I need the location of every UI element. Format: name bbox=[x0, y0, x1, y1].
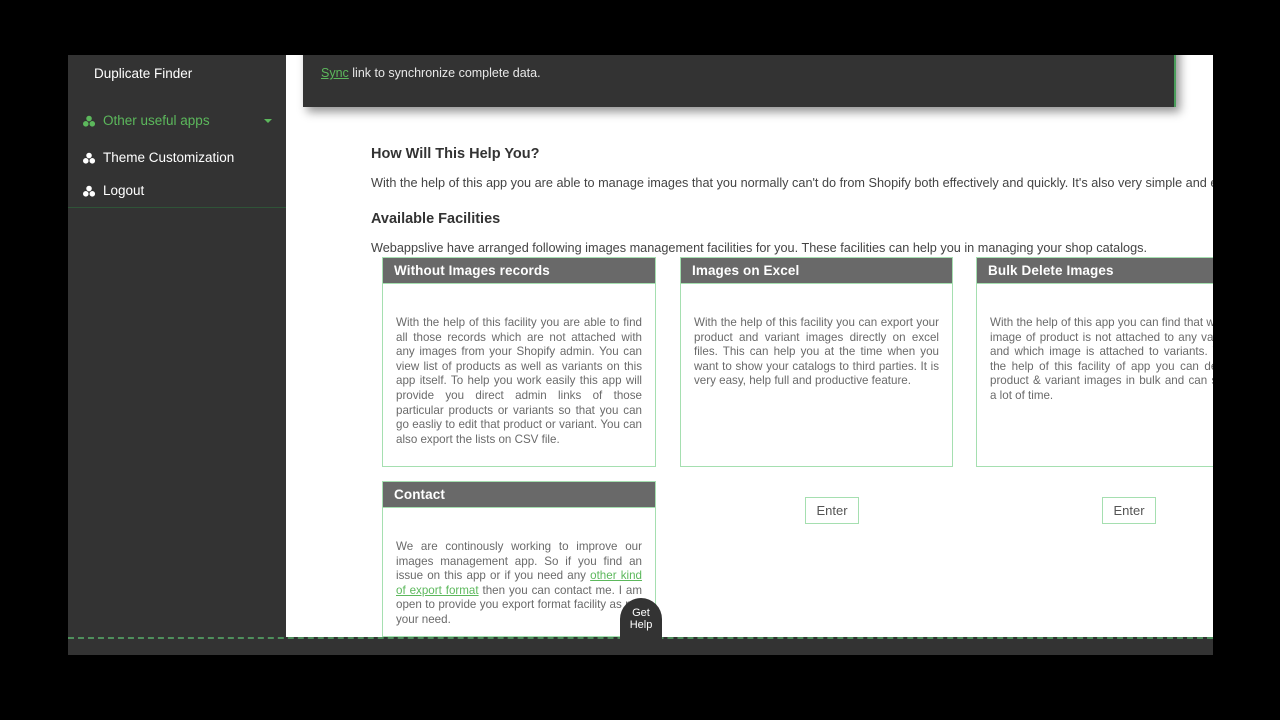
card-body: With the help of this app you can find t… bbox=[977, 284, 1213, 404]
card-body: With the help of this facility you are a… bbox=[383, 284, 655, 447]
sync-notice-panel: Sync link to synchronize complete data. bbox=[303, 55, 1176, 107]
sidebar-item-logout[interactable]: Logout bbox=[68, 174, 286, 207]
sidebar-item-other-useful-apps[interactable]: Other useful apps bbox=[68, 104, 286, 137]
sync-notice-rest: link to synchronize complete data. bbox=[348, 66, 541, 80]
how-will-this-help-heading: How Will This Help You? bbox=[371, 146, 540, 163]
card-body: We are continously working to improve ou… bbox=[383, 508, 655, 628]
card-title: Without Images records bbox=[394, 263, 550, 278]
sync-link[interactable]: Sync bbox=[321, 66, 349, 80]
sidebar: Duplicate Finder Other useful apps Theme… bbox=[68, 55, 286, 637]
contact-card: Contact We are continously working to im… bbox=[382, 481, 656, 637]
card-title: Images on Excel bbox=[692, 263, 800, 278]
sync-notice-text: Sync link to synchronize complete data. bbox=[321, 66, 541, 80]
enter-button[interactable]: Enter bbox=[805, 497, 859, 524]
contact-description: We are continously working to improve ou… bbox=[396, 540, 642, 628]
card-header: Without Images records bbox=[383, 258, 655, 284]
get-help-line2: Help bbox=[629, 619, 653, 631]
get-help-line1: Get bbox=[632, 607, 650, 619]
chevron-down-icon bbox=[264, 118, 272, 123]
sidebar-item-label: Logout bbox=[103, 183, 145, 198]
card-description: With the help of this app you can find t… bbox=[990, 316, 1213, 402]
apps-icon bbox=[82, 185, 97, 198]
card-description: With the help of this facility you are a… bbox=[396, 316, 642, 446]
facility-card: Bulk Delete Images With the help of this… bbox=[976, 257, 1213, 467]
apps-icon bbox=[82, 115, 97, 128]
facility-card: Images on Excel With the help of this fa… bbox=[680, 257, 953, 467]
apps-icon bbox=[82, 152, 97, 165]
frame-bottom bbox=[0, 655, 1280, 720]
sidebar-item-theme-customization[interactable]: Theme Customization bbox=[68, 141, 286, 174]
main-content: Sync link to synchronize complete data. … bbox=[286, 55, 1213, 637]
available-facilities-heading: Available Facilities bbox=[371, 211, 501, 228]
frame-right bbox=[1213, 0, 1280, 720]
sidebar-item-duplicate-finder[interactable]: Duplicate Finder bbox=[68, 57, 286, 90]
card-title: Contact bbox=[394, 487, 445, 502]
sidebar-item-label: Other useful apps bbox=[103, 113, 210, 128]
get-help-button[interactable]: Get Help bbox=[620, 598, 662, 640]
enter-button[interactable]: Enter bbox=[1102, 497, 1156, 524]
sidebar-item-label: Theme Customization bbox=[103, 150, 235, 165]
card-header: Contact bbox=[383, 482, 655, 508]
sidebar-item-label: Duplicate Finder bbox=[94, 66, 193, 81]
how-will-this-help-paragraph: With the help of this app you are able t… bbox=[371, 175, 1213, 190]
frame-top bbox=[0, 0, 1280, 55]
sidebar-lower-region bbox=[68, 208, 286, 637]
available-facilities-paragraph: Webappslive have arranged following imag… bbox=[371, 240, 1148, 255]
card-header: Bulk Delete Images bbox=[977, 258, 1213, 284]
card-body: With the help of this facility you can e… bbox=[681, 284, 952, 389]
card-description: With the help of this facility you can e… bbox=[694, 316, 939, 388]
screenshot-root: Duplicate Finder Other useful apps Theme… bbox=[0, 0, 1280, 720]
facility-card: Without Images records With the help of … bbox=[382, 257, 656, 467]
frame-left bbox=[0, 0, 68, 720]
card-header: Images on Excel bbox=[681, 258, 952, 284]
app-viewport: Duplicate Finder Other useful apps Theme… bbox=[68, 55, 1213, 637]
card-title: Bulk Delete Images bbox=[988, 263, 1114, 278]
